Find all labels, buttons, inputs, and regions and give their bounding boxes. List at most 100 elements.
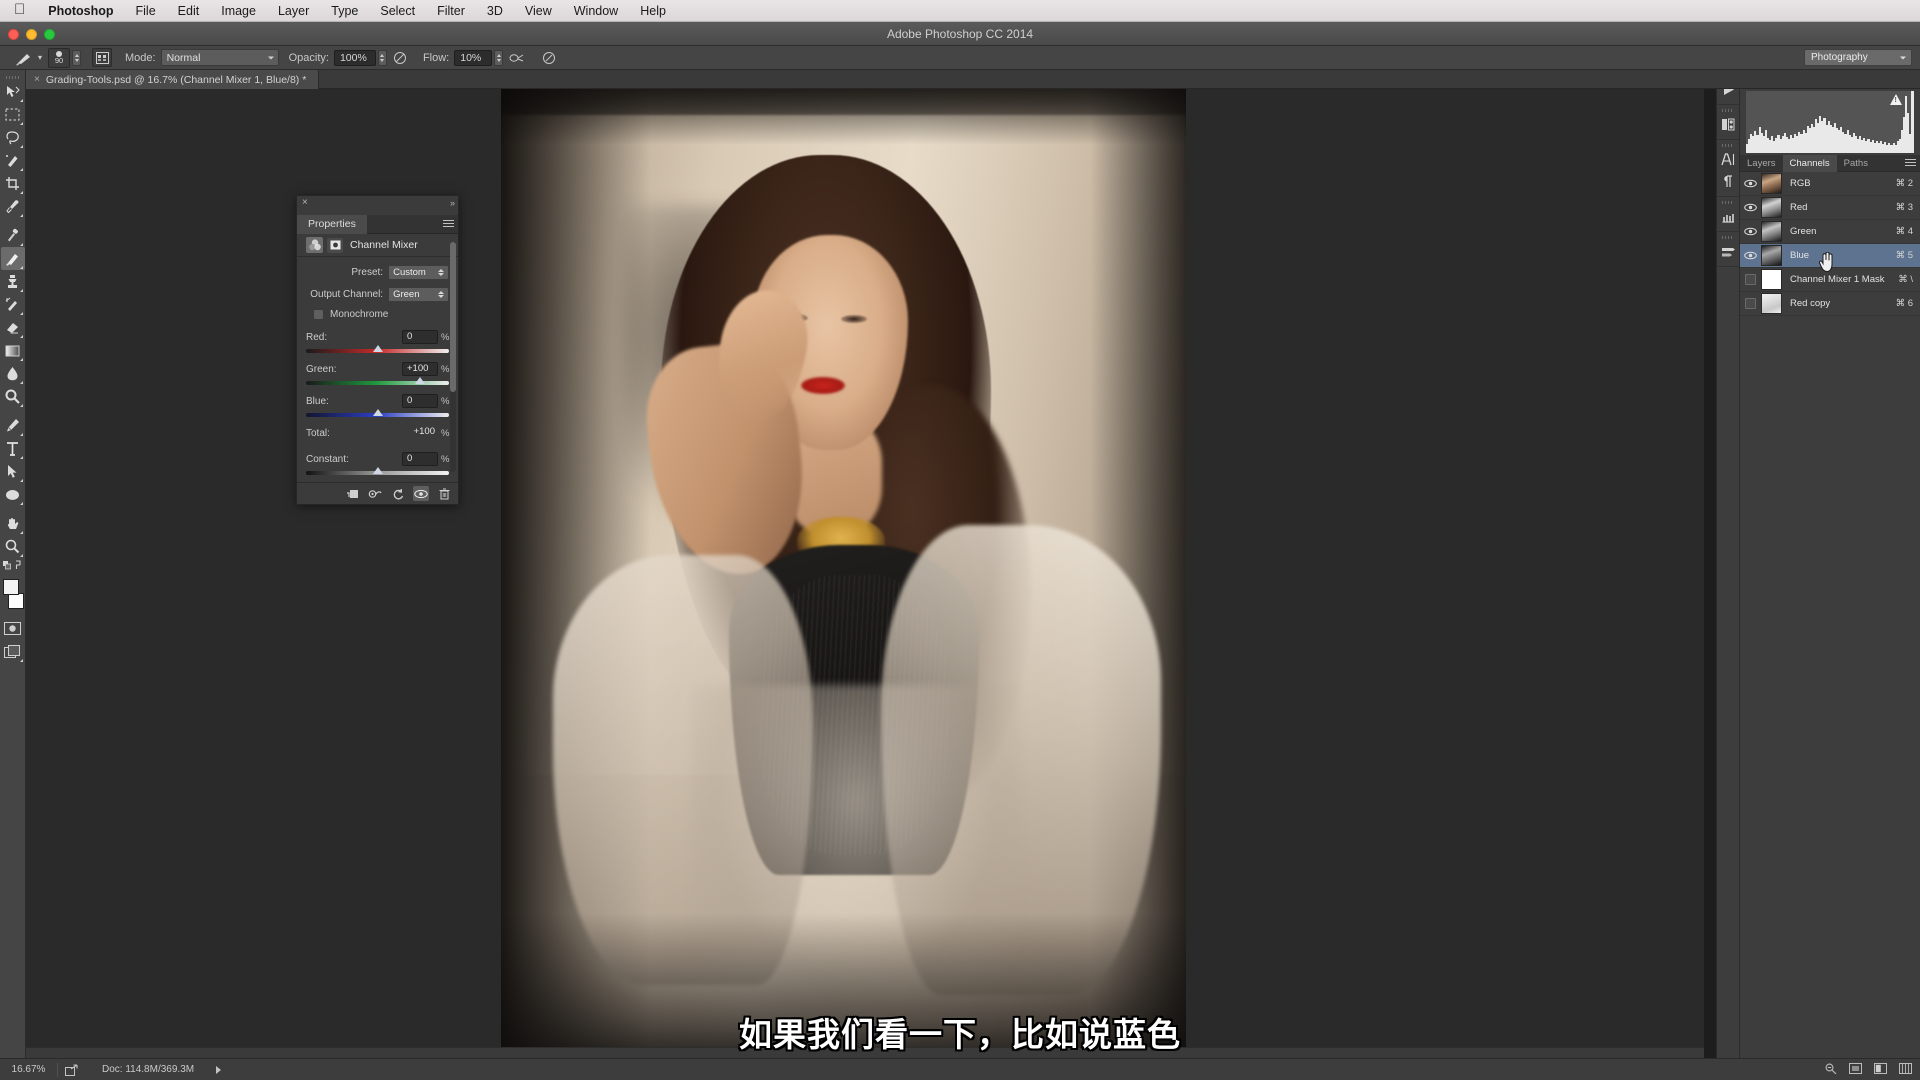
brush-tool-preset-icon[interactable]: ▾	[14, 50, 42, 66]
canvas-area[interactable]	[26, 89, 1704, 1058]
eyedropper-tool[interactable]	[1, 195, 25, 218]
expand-arrow-icon[interactable]	[216, 1066, 221, 1074]
document-tab[interactable]: × Grading-Tools.psd @ 16.7% (Channel Mix…	[26, 70, 319, 89]
flow-stepper[interactable]	[494, 50, 503, 66]
opacity-stepper[interactable]	[378, 50, 387, 66]
cached-data-warning-icon[interactable]	[1890, 94, 1902, 105]
default-colors-icon[interactable]	[1, 558, 25, 573]
monochrome-row[interactable]: Monochrome	[313, 309, 449, 320]
move-tool[interactable]	[1, 80, 25, 103]
channel-row[interactable]: Red⌘ 3	[1740, 196, 1920, 220]
zoom-out-icon[interactable]	[1825, 1063, 1837, 1077]
horizontal-type-tool[interactable]	[1, 437, 25, 460]
menu-item-window[interactable]: Window	[563, 0, 629, 22]
airbrush-toggle-icon[interactable]	[506, 49, 526, 67]
tab-channels[interactable]: Channels	[1783, 155, 1837, 172]
color-swatches[interactable]	[0, 577, 26, 611]
workspace-select[interactable]: Photography	[1804, 49, 1912, 66]
green-slider-knob[interactable]	[415, 377, 425, 384]
dodge-tool[interactable]	[1, 385, 25, 408]
close-icon[interactable]: ×	[34, 74, 40, 85]
blue-slider-knob[interactable]	[373, 409, 383, 416]
menu-item-photoshop[interactable]: Photoshop	[37, 0, 124, 22]
history-brush-tool[interactable]	[1, 293, 25, 316]
spot-healing-brush-tool[interactable]	[1, 224, 25, 247]
layer-mask-thumbnail-icon[interactable]	[327, 238, 343, 253]
quick-selection-tool[interactable]	[1, 149, 25, 172]
rail-grip[interactable]	[1717, 108, 1739, 113]
panel-menu-icon[interactable]	[1905, 159, 1916, 168]
ellipse-tool[interactable]	[1, 483, 25, 506]
channel-visibility-empty-icon[interactable]	[1740, 298, 1761, 309]
menu-item-file[interactable]: File	[125, 0, 167, 22]
rail-grip[interactable]	[1717, 143, 1739, 148]
rail-grip[interactable]	[1717, 200, 1739, 205]
path-selection-tool[interactable]	[1, 460, 25, 483]
pressure-size-icon[interactable]	[539, 49, 559, 67]
clone-stamp-tool[interactable]	[1, 270, 25, 293]
actual-pixels-icon[interactable]	[1874, 1063, 1887, 1077]
delete-adjustment-layer-icon[interactable]	[436, 486, 452, 501]
menu-item-filter[interactable]: Filter	[426, 0, 476, 22]
quick-mask-mode-icon[interactable]	[1, 617, 25, 640]
brush-presets-icon[interactable]	[1717, 206, 1739, 227]
tab-paths[interactable]: Paths	[1837, 155, 1875, 172]
toggle-layer-visibility-icon[interactable]	[413, 486, 429, 501]
panel-menu-icon[interactable]	[443, 220, 454, 229]
channel-row[interactable]: RGB⌘ 2	[1740, 172, 1920, 196]
channel-row[interactable]: Blue⌘ 5	[1740, 244, 1920, 268]
channel-visibility-box[interactable]	[1745, 298, 1756, 309]
monochrome-checkbox[interactable]	[313, 309, 324, 320]
character-panel-icon[interactable]	[1717, 149, 1739, 170]
output-channel-select[interactable]: Green	[388, 287, 449, 302]
screen-mode-icon[interactable]	[1, 640, 25, 663]
red-slider-value[interactable]: 0	[402, 330, 438, 344]
menu-item-type[interactable]: Type	[320, 0, 369, 22]
reset-adjustment-icon[interactable]	[390, 486, 406, 501]
red-slider-knob[interactable]	[373, 345, 383, 352]
background-color-swatch[interactable]	[8, 593, 24, 609]
paragraph-panel-icon[interactable]	[1717, 171, 1739, 192]
channel-visibility-eye-icon[interactable]	[1740, 227, 1761, 236]
menu-item-3d[interactable]: 3D	[476, 0, 514, 22]
tool-presets-icon[interactable]	[1717, 241, 1739, 262]
menu-item-layer[interactable]: Layer	[267, 0, 320, 22]
clip-to-layer-icon[interactable]	[344, 486, 360, 501]
red-slider-track[interactable]	[306, 349, 449, 353]
constant-slider-knob[interactable]	[373, 467, 383, 474]
collapse-panel-icon[interactable]: »	[450, 198, 454, 208]
histogram-graph[interactable]	[1746, 91, 1914, 153]
flow-input[interactable]: 10%	[454, 50, 492, 66]
eraser-tool[interactable]	[1, 316, 25, 339]
crop-tool[interactable]	[1, 172, 25, 195]
channel-row[interactable]: Red copy⌘ 6	[1740, 292, 1920, 316]
properties-panel[interactable]: × » Properties Channel Mixer Preset: Cus…	[296, 195, 459, 505]
menu-item-view[interactable]: View	[514, 0, 563, 22]
zoom-level-input[interactable]: 16.67%	[0, 1063, 58, 1077]
brush-tool[interactable]	[1, 247, 25, 270]
tab-properties[interactable]: Properties	[297, 215, 367, 234]
blue-slider-value[interactable]: 0	[402, 394, 438, 408]
apple-icon[interactable]: 	[0, 2, 37, 17]
channel-visibility-box[interactable]	[1745, 274, 1756, 285]
channel-visibility-empty-icon[interactable]	[1740, 274, 1761, 285]
rectangular-marquee-tool[interactable]	[1, 103, 25, 126]
share-icon[interactable]	[58, 1064, 84, 1076]
green-slider-track[interactable]	[306, 381, 449, 385]
constant-value[interactable]: 0	[402, 452, 438, 466]
document-canvas-image[interactable]	[501, 89, 1186, 1053]
blue-slider-track[interactable]	[306, 413, 449, 417]
brush-size-preview[interactable]: 90	[48, 48, 70, 68]
hand-tool[interactable]	[1, 512, 25, 535]
channel-row[interactable]: Green⌘ 4	[1740, 220, 1920, 244]
zoom-tool[interactable]	[1, 535, 25, 558]
opacity-pressure-icon[interactable]	[390, 49, 410, 67]
preset-select[interactable]: Custom	[388, 265, 449, 280]
foreground-color-swatch[interactable]	[3, 579, 19, 595]
menu-item-image[interactable]: Image	[210, 0, 267, 22]
pen-tool[interactable]	[1, 414, 25, 437]
rail-grip[interactable]	[1717, 235, 1739, 240]
channel-row[interactable]: Channel Mixer 1 Mask⌘ \	[1740, 268, 1920, 292]
brush-panel-toggle-icon[interactable]	[92, 48, 112, 67]
adjustments-icon[interactable]	[1717, 114, 1739, 135]
